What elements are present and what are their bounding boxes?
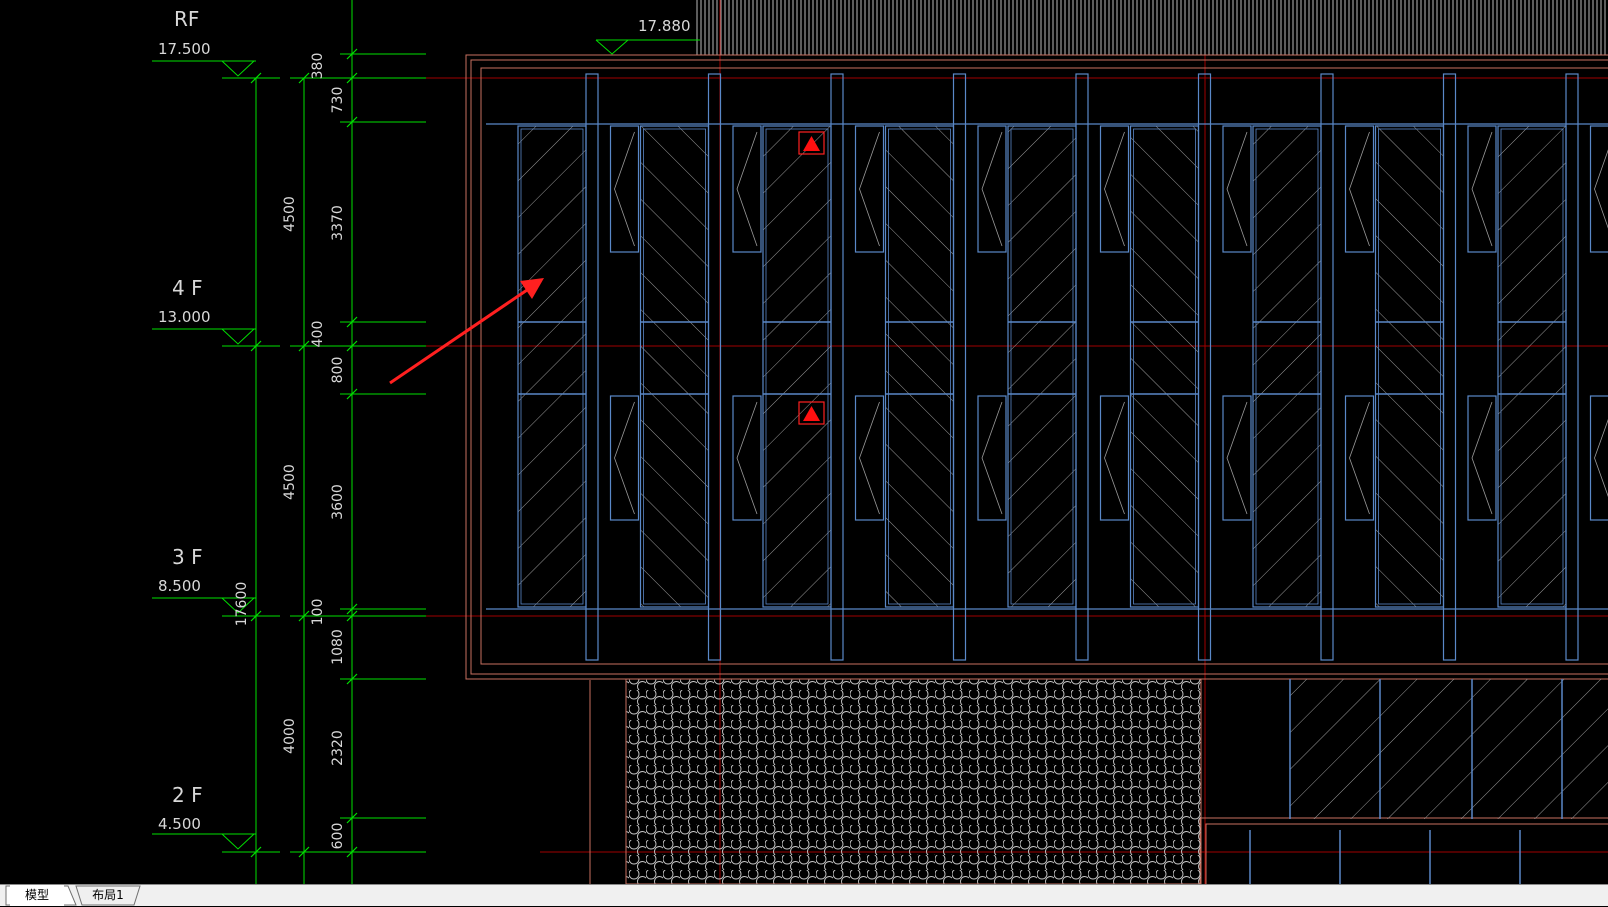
dim-detail-3600: 3600 <box>330 484 346 520</box>
dim-detail-1080: 1080 <box>330 629 346 665</box>
cad-drawing-canvas[interactable]: RF 17.500 4 F 13.000 3 F 8.500 2 F 4.500… <box>0 0 1608 884</box>
dim-detail-100: 100 <box>310 599 326 626</box>
dim-detail-3370: 3370 <box>330 205 346 241</box>
roof-cladding-strip <box>695 0 1608 55</box>
lower-glazing <box>1250 679 1608 884</box>
perforated-panel <box>626 679 1201 884</box>
dim-floor-4500-upper: 4500 <box>282 196 298 232</box>
curtain-wall-modules <box>486 74 1608 660</box>
level-name-4f: 4 F <box>172 276 203 300</box>
dim-detail-380: 380 <box>310 53 326 80</box>
dim-floor-4000: 4000 <box>282 718 298 754</box>
level-name-2f: 2 F <box>172 783 203 807</box>
dimension-lines <box>152 0 700 884</box>
parapet-elevation: 17.880 <box>638 17 691 35</box>
dim-overall-17600: 17600 <box>234 582 250 627</box>
tab-layout1[interactable]: 布局1 <box>82 885 134 906</box>
dim-detail-400: 400 <box>310 321 326 348</box>
level-elevation-3f: 8.500 <box>158 577 201 595</box>
level-elevation-2f: 4.500 <box>158 815 201 833</box>
dim-floor-4500-lower: 4500 <box>282 464 298 500</box>
dim-detail-2320: 2320 <box>330 730 346 766</box>
dim-detail-800: 800 <box>330 357 346 384</box>
level-elevation-4f: 13.000 <box>158 308 211 326</box>
tab-model[interactable]: 模型 <box>10 885 64 906</box>
dim-detail-730: 730 <box>330 87 346 114</box>
level-name-3f: 3 F <box>172 545 203 569</box>
level-name-rf: RF <box>174 7 199 31</box>
level-elevation-rf: 17.500 <box>158 40 211 58</box>
layout-tab-bar: 模型 布局1 <box>0 884 1608 906</box>
dim-detail-600: 600 <box>330 823 346 850</box>
